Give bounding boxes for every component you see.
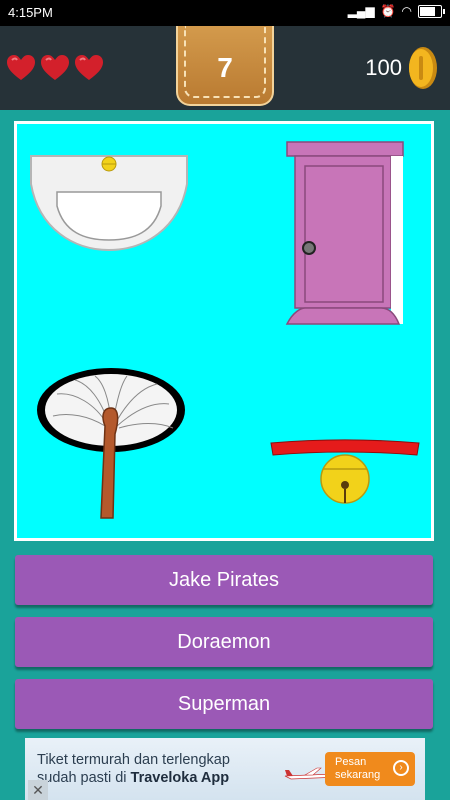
ad-banner[interactable]: Tiket termurah dan terlengkap sudah past… [25, 738, 425, 800]
level-badge: 7 [176, 26, 274, 106]
answer-button-2[interactable]: Doraemon [15, 617, 433, 667]
ad-text: Tiket termurah dan terlengkap sudah past… [37, 751, 230, 787]
ad-cta-button[interactable]: Pesan sekarang › [325, 752, 415, 786]
lives-indicator [6, 54, 104, 82]
ad-close-button[interactable]: ✕ [28, 780, 48, 800]
door-icon [285, 141, 404, 325]
coin-icon [409, 47, 437, 89]
signal-icon: ▂▄▆ [347, 4, 375, 18]
game-header: 7 100 [0, 26, 450, 110]
ad-cta-line-2: sekarang [335, 769, 381, 781]
heart-icon [41, 55, 69, 80]
coin-counter: 100 [365, 46, 438, 90]
chevron-right-icon: › [393, 760, 409, 776]
hand-fan-icon [37, 368, 185, 519]
wifi-icon: ◠ [401, 4, 412, 18]
ad-cta-line-1: Pesan [335, 756, 367, 768]
sink-icon [30, 155, 188, 252]
coin-count: 100 [365, 55, 402, 80]
status-time: 4:15PM [8, 5, 53, 20]
answer-button-3[interactable]: Superman [15, 679, 433, 729]
bell-collar-icon [270, 439, 420, 504]
ad-brand: Traveloka App [130, 770, 230, 786]
answer-button-1[interactable]: Jake Pirates [15, 555, 433, 605]
alarm-icon: ⏰ [380, 4, 396, 18]
picture-area [17, 124, 431, 538]
ad-line-2-prefix: sudah pasti di [37, 770, 131, 786]
heart-icon [75, 55, 103, 80]
heart-icon [7, 55, 35, 80]
picture-panel [14, 121, 434, 541]
status-icons: ▂▄▆ ⏰ ◠ [347, 4, 445, 18]
status-bar: 4:15PM ▂▄▆ ⏰ ◠ [0, 0, 450, 26]
level-number: 7 [217, 52, 233, 83]
battery-icon [418, 4, 445, 18]
ad-line-1: Tiket termurah dan terlengkap [37, 752, 230, 768]
